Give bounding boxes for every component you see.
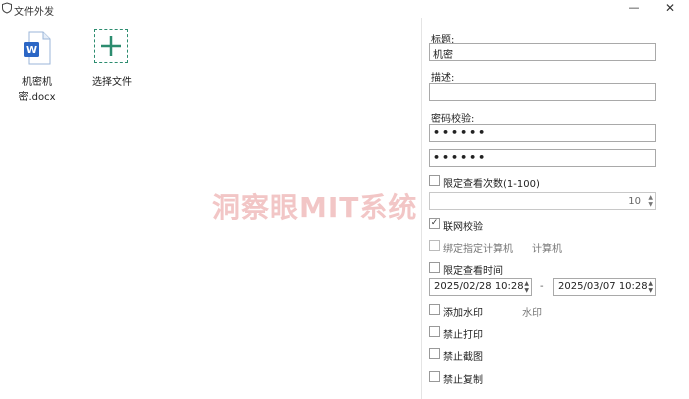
limit-time-checkbox[interactable]	[429, 262, 440, 273]
plus-icon	[101, 36, 121, 56]
view-count-value: 10	[628, 196, 641, 207]
bind-computer-checkbox[interactable]	[429, 240, 440, 251]
description-input[interactable]	[429, 83, 656, 101]
shield-icon	[2, 2, 12, 14]
select-file-label: 选择文件	[92, 77, 132, 88]
computer-text: 计算机	[532, 244, 562, 255]
no-screenshot-checkbox[interactable]	[429, 348, 440, 359]
view-count-stepper[interactable]: 10 ▲ ▼	[429, 192, 656, 210]
start-time-value: 2025/02/28 10:28	[434, 281, 524, 292]
watermark: 洞察眼MIT系统	[212, 191, 418, 224]
add-watermark-label: 添加水印	[443, 308, 483, 319]
description-field-label: 描述:	[431, 73, 455, 84]
watermark-text-field[interactable]: 水印	[522, 304, 542, 319]
password-confirm-input[interactable]: ••••••	[429, 149, 656, 167]
panel-divider	[421, 18, 422, 399]
close-icon: ✕	[664, 1, 676, 15]
spin-arrows-icon[interactable]: ▲ ▼	[648, 194, 653, 208]
no-copy-checkbox[interactable]	[429, 371, 440, 382]
password-input[interactable]: ••••••	[429, 124, 656, 142]
limit-time-label: 限定查看时间	[443, 266, 503, 277]
word-doc-icon: W	[24, 31, 51, 65]
time-range-separator: -	[540, 281, 544, 292]
limit-views-label: 限定查看次数(1-100)	[443, 179, 540, 190]
network-check-label: 联网校验	[443, 222, 483, 233]
minimize-icon: —	[628, 1, 640, 14]
add-file-box[interactable]	[94, 29, 128, 63]
no-print-label: 禁止打印	[443, 330, 483, 341]
title-bar: 文件外发 — ✕	[0, 0, 689, 18]
no-screenshot-label: 禁止截图	[443, 352, 483, 363]
limit-views-checkbox[interactable]	[429, 175, 440, 186]
title-input[interactable]: 机密	[429, 43, 656, 61]
file-name: 机密机密.docx	[18, 77, 56, 103]
no-print-checkbox[interactable]	[429, 326, 440, 337]
end-time-value: 2025/03/07 10:28	[558, 281, 648, 292]
svg-text:W: W	[26, 45, 37, 56]
password-field-label: 密码校验:	[431, 114, 475, 125]
start-time-picker[interactable]: 2025/02/28 10:28 ▲ ▼	[429, 278, 532, 296]
minimize-button[interactable]: —	[620, 0, 648, 18]
close-button[interactable]: ✕	[656, 0, 684, 18]
window-title: 文件外发	[14, 7, 54, 18]
start-time-spin-icon[interactable]: ▲ ▼	[524, 280, 529, 294]
bind-computer-label: 绑定指定计算机	[443, 244, 513, 255]
no-copy-label: 禁止复制	[443, 375, 483, 386]
end-time-picker[interactable]: 2025/03/07 10:28 ▲ ▼	[553, 278, 656, 296]
add-watermark-checkbox[interactable]	[429, 304, 440, 315]
network-check-checkbox[interactable]: ✓	[429, 218, 440, 229]
end-time-spin-icon[interactable]: ▲ ▼	[648, 280, 653, 294]
